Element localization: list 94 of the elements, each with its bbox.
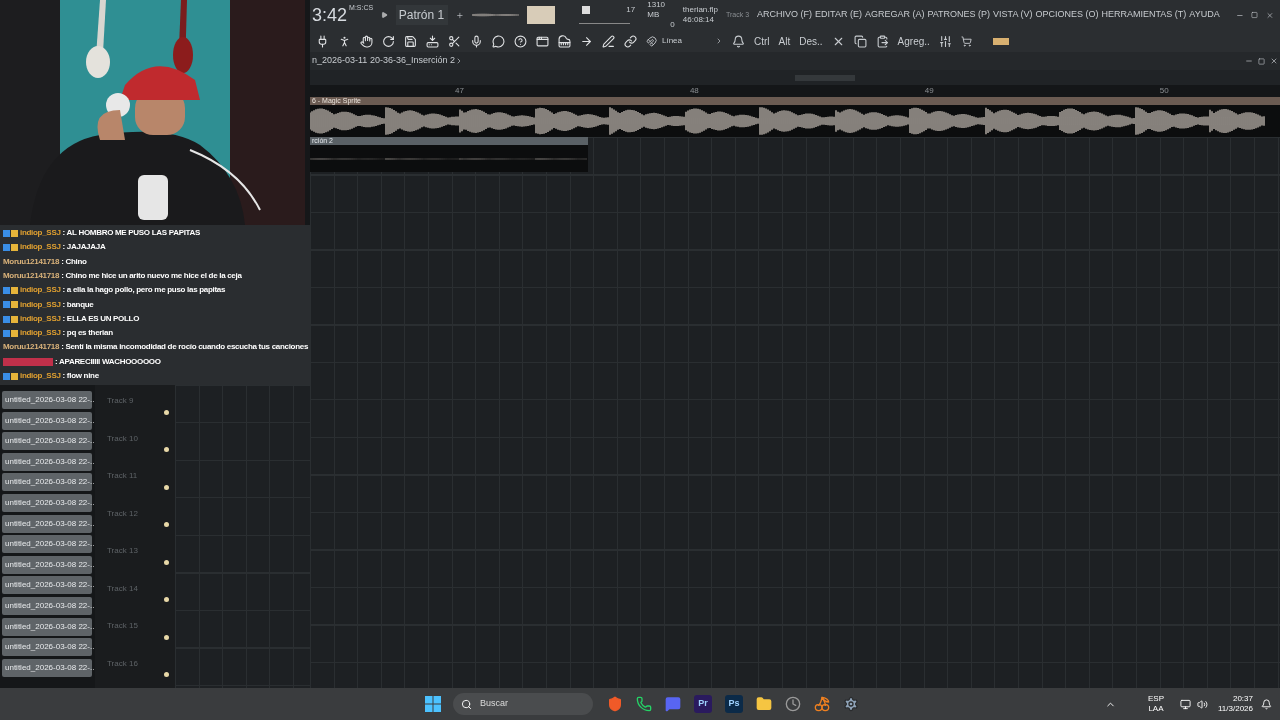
refresh-icon[interactable] — [382, 34, 395, 48]
chat-username: Moruu12141718 — [3, 270, 60, 282]
chat-username: indiop_SSJ — [20, 327, 61, 340]
chat-username: Moruu12141718 — [3, 341, 60, 354]
arrow-right-icon[interactable] — [580, 34, 593, 48]
gear-icon[interactable] — [843, 696, 859, 712]
folder-icon[interactable] — [756, 696, 772, 712]
piano-icon[interactable] — [558, 34, 571, 48]
notification-icon[interactable] — [1261, 698, 1272, 710]
save-icon[interactable] — [404, 34, 417, 48]
chat-username: indiop_SSJ — [20, 227, 61, 240]
memory-usage: 1310 MB — [647, 0, 667, 20]
close-icon[interactable] — [1270, 57, 1278, 65]
snap-selector[interactable]: Línea — [662, 35, 712, 47]
hand-icon[interactable] — [360, 34, 373, 48]
pattern-selector[interactable]: Patrón 1 — [396, 5, 449, 25]
chat-message: : Sentí la misma incomodidad de rocío cuando escucha tus canciones — [61, 341, 309, 354]
close-icon[interactable] — [1266, 10, 1274, 20]
chat-message: : AL HOMBRO ME PUSO LAS PAPITAS — [62, 227, 201, 240]
copy-icon[interactable] — [853, 34, 867, 48]
save-down-icon[interactable] — [426, 34, 439, 48]
play-icon[interactable] — [381, 11, 389, 19]
menu-item[interactable]: AGREGAR (A) — [864, 8, 925, 22]
polyphony: 0 — [670, 20, 675, 30]
app-icon[interactable]: Ps — [725, 695, 743, 713]
step-value: 17 — [626, 4, 636, 16]
search-placeholder: Buscar — [480, 697, 508, 711]
chat-username: indiop_SSJ — [20, 284, 61, 297]
keyboard-layout[interactable]: LAA — [1148, 704, 1164, 714]
clock-icon[interactable] — [785, 696, 801, 712]
menu-item[interactable]: HERRAMIENTAS (T) — [1101, 8, 1187, 22]
clock-time[interactable]: 20:37 — [1232, 694, 1253, 704]
playlist-title: n_2026-03-11 20-36-36_Inserción 2 — [312, 54, 455, 68]
chat-message: : pq es therian — [62, 327, 113, 340]
pen-icon[interactable] — [602, 34, 615, 48]
chat-message: : Chino — [61, 255, 87, 268]
plug-icon[interactable] — [316, 34, 329, 48]
menu-item[interactable]: PATRONES (P) — [927, 8, 991, 22]
bar-number: 50 — [1159, 85, 1169, 97]
help-icon[interactable] — [514, 34, 527, 48]
chat-username: indiop_SSJ — [20, 312, 61, 325]
link-icon[interactable] — [624, 34, 637, 48]
maximize-icon[interactable] — [1251, 11, 1259, 19]
chat-message: : ELLA ES UN POLLO — [62, 312, 140, 325]
shield-icon[interactable] — [607, 696, 623, 712]
menu-item[interactable]: VISTA (V) — [993, 8, 1033, 22]
paste-icon[interactable] — [875, 34, 889, 48]
chat-message: : Chino me hice un arito nuevo me hice el de la ceja — [61, 270, 242, 282]
chat-message: : flow nine — [62, 370, 99, 383]
chat-username: indiop_SSJ — [20, 241, 61, 254]
key-toggle[interactable]: Ctrl — [754, 33, 770, 49]
cart-icon[interactable] — [960, 35, 972, 47]
figure-icon[interactable] — [338, 34, 351, 48]
chat-username: indiop_SSJ — [20, 370, 61, 383]
chat-message: : APARECIIIII WACHOOOOOO — [55, 355, 161, 368]
menu-item[interactable]: EDITAR (E) — [815, 8, 862, 22]
chat-message: : banque — [62, 298, 94, 311]
chevron-right-icon — [715, 37, 723, 45]
fruit-icon[interactable] — [814, 696, 830, 712]
search-field[interactable]: Buscar — [453, 693, 593, 715]
microphone-icon[interactable] — [470, 34, 483, 48]
chat-username: indiop_SSJ — [20, 298, 61, 311]
color-swatch — [527, 6, 555, 24]
bar-number: 48 — [689, 85, 699, 97]
menu-item[interactable]: AYUDA — [1189, 8, 1220, 22]
app-icon[interactable]: Pr — [694, 695, 712, 713]
add-button[interactable]: Agreg.. — [897, 33, 930, 49]
network-icon[interactable] — [1180, 698, 1191, 710]
speech-bubble-icon[interactable] — [492, 34, 505, 48]
window-icon[interactable] — [536, 34, 549, 48]
phone-icon[interactable] — [636, 696, 652, 712]
chat-message: : a ella la hago pollo, pero me puso las papitas — [62, 284, 226, 297]
search-icon — [461, 698, 472, 710]
volume-icon[interactable] — [1197, 698, 1208, 710]
project-duration: 46:08:14 — [682, 15, 715, 25]
menu-item[interactable]: OPCIONES (O) — [1035, 8, 1099, 22]
bar-number: 47 — [455, 85, 464, 97]
scissors-icon[interactable] — [448, 34, 461, 48]
chat-icon[interactable] — [665, 696, 681, 712]
menu-item[interactable]: ARCHIVO (F) — [757, 8, 813, 22]
file-name: therian.flp — [682, 5, 718, 15]
chat-message: : JAJAJAJA — [62, 241, 106, 254]
chat-username: Moruu12141718 — [3, 255, 60, 268]
key-toggle[interactable]: Des.. — [799, 33, 823, 49]
plus-icon[interactable] — [456, 10, 464, 20]
key-toggle[interactable]: Alt — [778, 33, 791, 49]
input-language[interactable]: ESP — [1148, 694, 1164, 704]
maximize-icon[interactable] — [1258, 57, 1265, 65]
clock-date[interactable]: 11/3/2026 — [1218, 704, 1253, 714]
color-swatch[interactable] — [992, 37, 1009, 45]
bell-icon[interactable] — [732, 34, 745, 48]
song-time: 3:42 — [312, 3, 348, 27]
slider-icon[interactable] — [938, 34, 952, 48]
bar-number: 49 — [924, 85, 934, 97]
